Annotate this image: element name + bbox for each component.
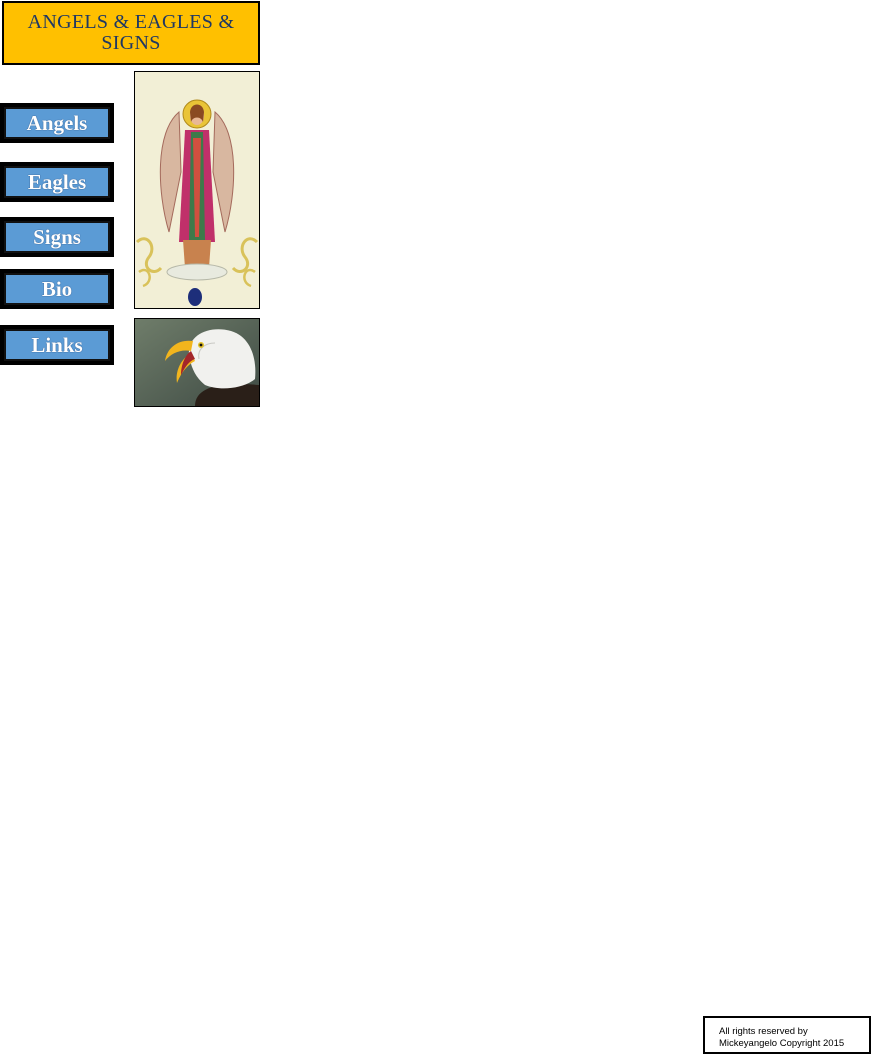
nav-button-label: Eagles: [27, 169, 87, 194]
nav-button-signs[interactable]: Signs: [0, 217, 114, 257]
nav-button-label: Bio: [41, 276, 73, 301]
angel-image: [134, 71, 260, 309]
copyright-box: All rights reserved by Mickeyangelo Copy…: [703, 1016, 871, 1054]
site-title-banner: ANGELS & EAGLES & SIGNS: [2, 1, 260, 65]
nav-button-links[interactable]: Links: [0, 325, 114, 365]
nav-button-label: Angels: [26, 110, 88, 135]
nav-button-eagles[interactable]: Eagles: [0, 162, 114, 202]
nav-button-label: Signs: [33, 224, 81, 249]
nav-button-bio[interactable]: Bio: [0, 269, 114, 309]
copyright-line-1: All rights reserved by: [719, 1026, 808, 1037]
site-title: ANGELS & EAGLES & SIGNS: [27, 11, 235, 54]
nav-button-angels[interactable]: Angels: [0, 103, 114, 143]
eagle-image: [134, 318, 260, 407]
nav-button-label: Links: [31, 332, 83, 357]
copyright-line-2: Mickeyangelo Copyright 2015: [719, 1038, 845, 1049]
